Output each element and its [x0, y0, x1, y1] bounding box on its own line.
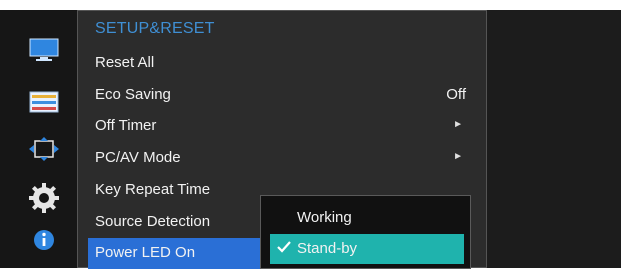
menu-title: SETUP&RESET — [95, 20, 215, 37]
picture-icon[interactable] — [28, 38, 60, 62]
osd-window: SETUP&RESET Reset All Eco Saving Off Off… — [0, 0, 621, 275]
menu-item-label: Reset All — [95, 54, 155, 71]
menu-item-off-timer[interactable]: Off Timer ► — [78, 111, 486, 142]
information-icon[interactable] — [28, 228, 60, 252]
option-label: Working — [297, 209, 352, 226]
menu-item-label: Power LED On — [95, 244, 196, 261]
menu-item-reset-all[interactable]: Reset All — [78, 48, 486, 79]
checkmark-icon — [276, 239, 292, 255]
right-panel — [487, 10, 621, 268]
category-icon-column — [0, 10, 77, 268]
menu-item-label: Eco Saving — [95, 86, 171, 103]
menu-item-pc-av-mode[interactable]: PC/AV Mode ► — [78, 143, 486, 174]
option-label: Stand-by — [297, 240, 358, 257]
menu-item-eco-saving[interactable]: Eco Saving Off — [78, 80, 486, 111]
option-working[interactable]: Working — [270, 203, 464, 233]
menu-item-label: Off Timer — [95, 117, 157, 134]
size-position-icon[interactable] — [28, 137, 60, 161]
setup-reset-icon[interactable] — [28, 182, 60, 214]
power-led-submenu: Working Stand-by — [260, 195, 471, 269]
menu-item-power-led-on[interactable]: Power LED On — [88, 238, 263, 269]
menu-item-value: Off — [446, 86, 466, 103]
color-icon[interactable] — [28, 90, 60, 114]
menu-item-label: PC/AV Mode — [95, 149, 181, 166]
submenu-arrow-icon: ► — [453, 151, 463, 162]
menu-item-label: Source Detection — [95, 213, 211, 230]
option-stand-by[interactable]: Stand-by — [270, 234, 464, 264]
submenu-arrow-icon: ► — [453, 119, 463, 130]
menu-item-label: Key Repeat Time — [95, 181, 211, 198]
